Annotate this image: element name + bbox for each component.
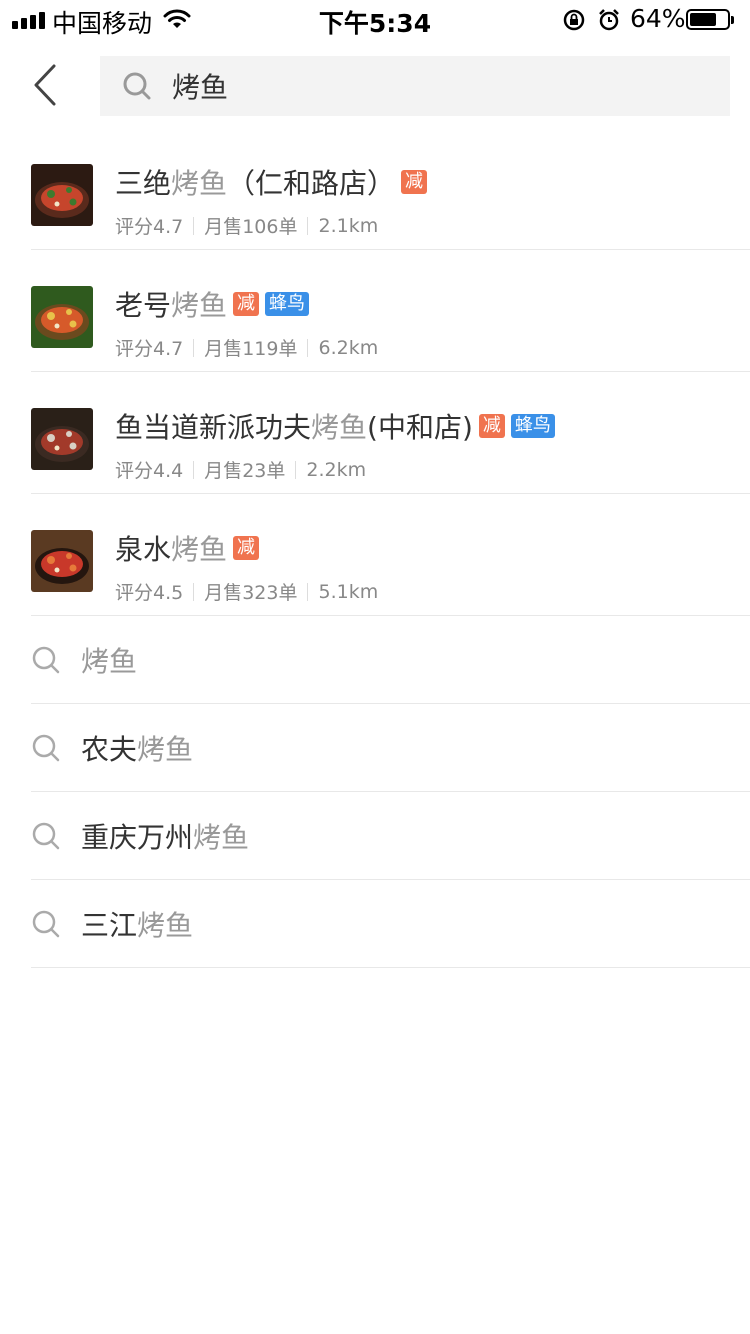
row-divider <box>31 967 750 968</box>
discount-tag: 减 <box>478 414 505 438</box>
shop-name-suffix: （仁和路店） <box>227 167 396 200</box>
meta-divider <box>193 582 195 601</box>
shop-meta: 评分4.4 月售23单 2.2km <box>115 456 366 483</box>
shop-monthly-sales: 月售23单 <box>204 460 286 482</box>
meta-divider <box>193 338 195 357</box>
shop-name-highlight: 烤鱼 <box>171 289 228 322</box>
meta-divider <box>307 216 309 235</box>
battery-icon <box>686 9 734 30</box>
shop-thumbnail <box>31 530 93 592</box>
delivery-tag: 蜂鸟 <box>510 414 555 438</box>
delivery-tag: 蜂鸟 <box>265 292 310 316</box>
shop-distance: 5.1km <box>318 580 379 603</box>
shop-name-highlight: 烤鱼 <box>311 411 368 444</box>
back-icon[interactable] <box>28 62 68 108</box>
shop-name: 老号 烤鱼减蜂鸟 <box>115 284 310 324</box>
suggestion-label: 烤鱼 <box>81 640 137 680</box>
search-suggestion-item[interactable]: 三江烤鱼 <box>0 880 750 968</box>
search-suggestion-item[interactable]: 重庆万州烤鱼 <box>0 792 750 880</box>
suggestion-label: 三江烤鱼 <box>81 904 193 944</box>
suggestion-highlight: 烤鱼 <box>137 909 194 942</box>
shop-name-prefix: 泉水 <box>115 533 172 566</box>
meta-divider <box>193 216 195 235</box>
shop-meta: 评分4.7 月售119单 6.2km <box>115 334 378 361</box>
shop-result-item[interactable]: 泉水 烤鱼减评分4.5 月售323单 5.1km <box>0 494 750 616</box>
meta-divider <box>307 582 309 601</box>
shop-thumbnail <box>31 286 93 348</box>
suggestion-label: 重庆万州烤鱼 <box>81 816 249 856</box>
shop-rating: 评分4.4 <box>115 460 184 482</box>
meta-divider <box>295 460 297 479</box>
search-icon <box>32 646 60 674</box>
shop-name: 鱼当道新派功夫 烤鱼 (中和店) 减蜂鸟 <box>115 406 555 446</box>
alarm-icon <box>599 9 619 31</box>
suggestion-prefix: 重庆万州 <box>81 821 194 854</box>
suggestion-highlight: 烤鱼 <box>193 821 250 854</box>
rotation-lock-icon <box>563 9 585 31</box>
suggestion-label: 农夫烤鱼 <box>81 728 193 768</box>
shop-name-suffix: (中和店) <box>367 411 473 444</box>
search-suggestion-item[interactable]: 烤鱼 <box>0 616 750 704</box>
shop-rating: 评分4.7 <box>115 338 184 360</box>
shop-meta: 评分4.5 月售323单 5.1km <box>115 578 378 605</box>
shop-distance: 2.1km <box>318 214 379 237</box>
shop-thumbnail <box>31 408 93 470</box>
search-icon <box>32 822 60 850</box>
shop-name-prefix: 老号 <box>115 289 172 322</box>
shop-result-item[interactable]: 三绝 烤鱼 （仁和路店）减评分4.7 月售106单 2.1km <box>0 128 750 250</box>
shop-distance: 2.2km <box>306 458 367 481</box>
shop-thumbnail <box>31 164 93 226</box>
shop-monthly-sales: 月售323单 <box>204 582 298 604</box>
search-icon <box>32 734 60 762</box>
shop-distance: 6.2km <box>318 336 379 359</box>
discount-tag: 减 <box>233 292 260 316</box>
shop-rating: 评分4.5 <box>115 582 184 604</box>
search-icon <box>123 72 151 100</box>
search-icon <box>32 910 60 938</box>
search-suggestion-item[interactable]: 农夫烤鱼 <box>0 704 750 792</box>
search-input[interactable] <box>172 67 692 105</box>
suggestion-prefix: 农夫 <box>81 733 138 766</box>
search-bar[interactable] <box>100 56 730 116</box>
status-bar: 中国移动 下午5:34 64% <box>0 0 750 40</box>
shop-result-item[interactable]: 老号 烤鱼减蜂鸟评分4.7 月售119单 6.2km <box>0 250 750 372</box>
meta-divider <box>307 338 309 357</box>
shop-name-prefix: 鱼当道新派功夫 <box>115 411 312 444</box>
shop-name: 三绝 烤鱼 （仁和路店）减 <box>115 162 428 202</box>
shop-rating: 评分4.7 <box>115 216 184 238</box>
discount-tag: 减 <box>233 536 260 560</box>
suggestion-highlight: 烤鱼 <box>137 733 194 766</box>
suggestion-highlight: 烤鱼 <box>81 645 138 678</box>
shop-result-item[interactable]: 鱼当道新派功夫 烤鱼 (中和店) 减蜂鸟评分4.4 月售23单 2.2km <box>0 372 750 494</box>
shop-name: 泉水 烤鱼减 <box>115 528 260 568</box>
shop-monthly-sales: 月售119单 <box>204 338 298 360</box>
discount-tag: 减 <box>401 170 428 194</box>
shop-name-highlight: 烤鱼 <box>171 533 228 566</box>
shop-name-highlight: 烤鱼 <box>171 167 228 200</box>
shop-meta: 评分4.7 月售106单 2.1km <box>115 212 378 239</box>
meta-divider <box>193 460 195 479</box>
suggestion-prefix: 三江 <box>81 909 138 942</box>
shop-monthly-sales: 月售106单 <box>204 216 298 238</box>
shop-name-prefix: 三绝 <box>115 167 172 200</box>
battery-percentage: 64% <box>630 4 686 33</box>
